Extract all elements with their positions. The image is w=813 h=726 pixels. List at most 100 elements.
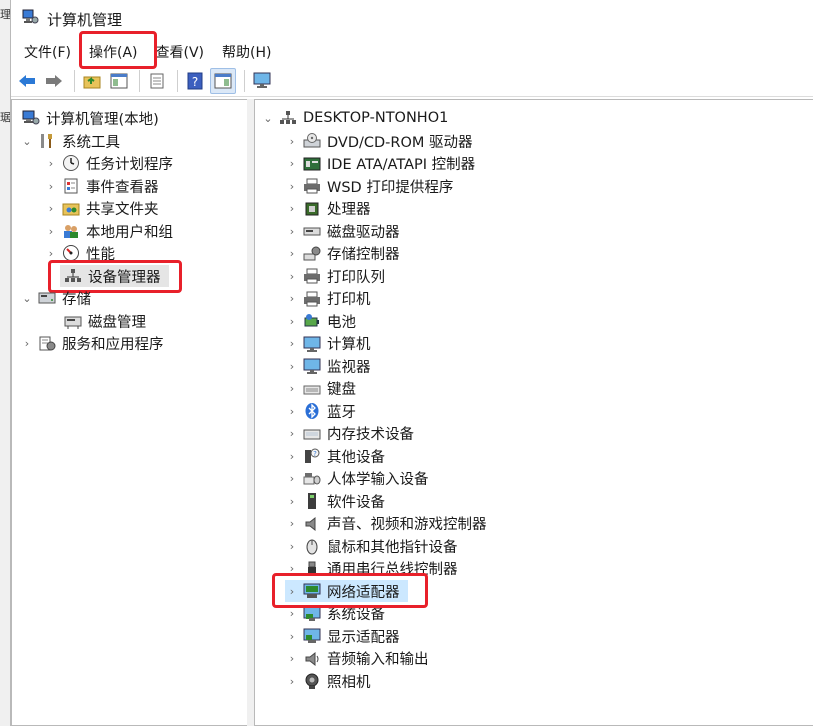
chevron-right-icon[interactable]: › — [285, 675, 299, 688]
chevron-right-icon[interactable]: › — [44, 202, 58, 215]
chevron-right-icon[interactable]: › — [285, 562, 299, 575]
device-category-printer[interactable]: › 打印机 — [285, 288, 371, 310]
chevron-right-icon[interactable]: › — [20, 337, 34, 350]
action-pane-icon[interactable] — [210, 68, 236, 94]
chevron-right-icon[interactable]: › — [285, 225, 299, 238]
chevron-right-icon[interactable]: › — [285, 472, 299, 485]
device-category-dvd-drive[interactable]: › DVD/CD-ROM 驱动器 — [285, 130, 473, 152]
disk-drive-icon — [303, 222, 321, 240]
chevron-right-icon[interactable]: › — [44, 247, 58, 260]
device-category-audio-io[interactable]: › 音频输入和输出 — [285, 648, 429, 670]
menu-help[interactable]: 帮助(H) — [213, 39, 280, 65]
device-category-processor[interactable]: › 处理器 — [285, 198, 371, 220]
device-category-display-adapter[interactable]: › 显示适配器 — [285, 625, 400, 647]
tree-item-disk-management[interactable]: 磁盘管理 — [60, 310, 146, 332]
export-list-icon[interactable] — [145, 69, 169, 93]
monitor-icon[interactable] — [250, 69, 274, 93]
device-category-software-device[interactable]: › 软件设备 — [285, 490, 385, 512]
device-category-storage-controller[interactable]: › 存储控制器 — [285, 243, 400, 265]
tree-item-local-users-groups[interactable]: › 本地用户和组 — [44, 220, 173, 242]
chevron-down-icon[interactable]: ⌄ — [20, 135, 34, 148]
chevron-right-icon[interactable]: › — [285, 135, 299, 148]
chevron-right-icon[interactable]: › — [285, 337, 299, 350]
device-category-keyboard[interactable]: › 键盘 — [285, 378, 356, 400]
device-root-computer[interactable]: ⌄ DESKTOP-NTONHO1 — [261, 107, 448, 129]
device-category-computer[interactable]: › 计算机 — [285, 333, 371, 355]
processor-icon — [303, 200, 321, 218]
battery-icon — [303, 312, 321, 330]
chevron-right-icon[interactable]: › — [285, 270, 299, 283]
device-category-printer[interactable]: › WSD 打印提供程序 — [285, 175, 453, 197]
back-arrow-icon[interactable] — [15, 69, 39, 93]
chevron-down-icon[interactable]: ⌄ — [20, 292, 34, 305]
forward-arrow-icon[interactable] — [42, 69, 66, 93]
toolbar-separator — [177, 70, 178, 92]
chevron-right-icon[interactable]: › — [285, 630, 299, 643]
menu-view[interactable]: 查看(V) — [147, 39, 214, 65]
tree-item-device-manager[interactable]: 设备管理器 — [60, 265, 169, 287]
device-category-print-queue[interactable]: › 打印队列 — [285, 265, 385, 287]
tree-item-event-viewer[interactable]: › 事件查看器 — [44, 175, 159, 197]
chevron-right-icon[interactable]: › — [285, 360, 299, 373]
device-category-mouse[interactable]: › 鼠标和其他指针设备 — [285, 535, 458, 557]
device-category-ide-controller[interactable]: › IDE ATA/ATAPI 控制器 — [285, 153, 475, 175]
show-hide-console-tree-icon[interactable] — [107, 69, 131, 93]
device-category-memory-device[interactable]: › 内存技术设备 — [285, 423, 414, 445]
tree-item-performance[interactable]: › 性能 — [44, 242, 115, 264]
dvd-drive-icon — [303, 132, 321, 150]
device-category-other-devices[interactable]: ›? 其他设备 — [285, 445, 385, 467]
device-category-monitor[interactable]: › 监视器 — [285, 355, 371, 377]
menu-action[interactable]: 操作(A) — [80, 39, 147, 65]
chevron-right-icon[interactable]: › — [285, 405, 299, 418]
chevron-right-icon[interactable]: › — [285, 180, 299, 193]
chevron-right-icon[interactable]: › — [285, 157, 299, 170]
speaker-icon — [303, 515, 321, 533]
chevron-right-icon[interactable]: › — [285, 517, 299, 530]
device-category-bluetooth[interactable]: › 蓝牙 — [285, 400, 356, 422]
disk-management-icon — [64, 312, 82, 330]
monitor-icon — [303, 357, 321, 375]
device-category-system-device[interactable]: › 系统设备 — [285, 603, 385, 625]
chevron-right-icon[interactable]: › — [285, 585, 299, 598]
device-category-camera[interactable]: › 照相机 — [285, 670, 371, 692]
ide-controller-icon — [303, 155, 321, 173]
device-category-network-adapter[interactable]: › 网络适配器 — [285, 580, 408, 602]
chevron-right-icon[interactable]: › — [285, 247, 299, 260]
menu-file[interactable]: 文件(F) — [15, 39, 80, 65]
device-category-disk-drive[interactable]: › 磁盘驱动器 — [285, 220, 400, 242]
help-icon[interactable]: ? — [183, 69, 207, 93]
chevron-right-icon[interactable]: › — [285, 607, 299, 620]
device-category-usb[interactable]: › 通用串行总线控制器 — [285, 558, 458, 580]
device-manager-icon — [64, 267, 82, 285]
tree-item-computer-management[interactable]: 计算机管理(本地) — [18, 107, 159, 129]
chevron-right-icon[interactable]: › — [285, 382, 299, 395]
device-category-label: 声音、视频和游戏控制器 — [327, 517, 487, 533]
device-tree-pane: ⌄ DESKTOP-NTONHO1 › DVD/CD-ROM 驱动器 › IDE AT… — [254, 99, 813, 726]
device-category-battery[interactable]: › 电池 — [285, 310, 356, 332]
chevron-right-icon[interactable]: › — [285, 292, 299, 305]
chevron-down-icon[interactable]: ⌄ — [261, 112, 275, 125]
chevron-right-icon[interactable]: › — [285, 450, 299, 463]
chevron-right-icon[interactable]: › — [44, 180, 58, 193]
tree-item-task-scheduler[interactable]: › 任务计划程序 — [44, 152, 173, 174]
tree-label: 存储 — [62, 291, 91, 308]
tools-icon — [38, 132, 56, 150]
folder-up-icon[interactable] — [80, 69, 104, 93]
chevron-right-icon[interactable]: › — [44, 225, 58, 238]
tree-item-services-applications[interactable]: › 服务和应用程序 — [20, 332, 164, 354]
chevron-right-icon[interactable]: › — [285, 427, 299, 440]
device-category-hid[interactable]: › 人体学输入设备 — [285, 468, 429, 490]
chevron-right-icon[interactable]: › — [285, 315, 299, 328]
chevron-right-icon[interactable]: › — [285, 202, 299, 215]
chevron-right-icon[interactable]: › — [44, 157, 58, 170]
tree-item-shared-folders[interactable]: › 共享文件夹 — [44, 197, 159, 219]
chevron-right-icon[interactable]: › — [285, 652, 299, 665]
tree-item-storage[interactable]: ⌄ 存储 — [20, 287, 91, 309]
printer-icon — [303, 177, 321, 195]
tree-item-system-tools[interactable]: ⌄ 系统工具 — [20, 130, 120, 152]
device-category-speaker[interactable]: › 声音、视频和游戏控制器 — [285, 513, 487, 535]
tree-label: 事件查看器 — [86, 179, 159, 196]
chevron-right-icon[interactable]: › — [285, 495, 299, 508]
chevron-right-icon[interactable]: › — [285, 540, 299, 553]
title-bar: 计算机管理 — [11, 0, 813, 38]
